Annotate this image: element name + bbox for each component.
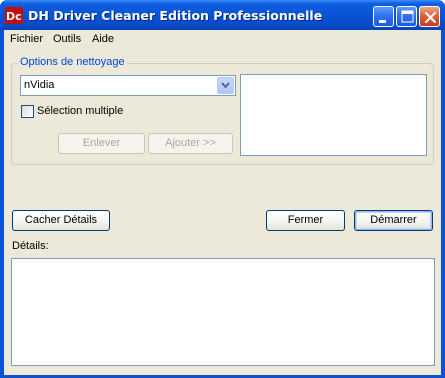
close-button[interactable]: Fermer	[266, 210, 345, 231]
title-bar[interactable]: Dc DH Driver Cleaner Edition Professionn…	[0, 0, 445, 30]
svg-text:Dc: Dc	[6, 10, 22, 23]
add-button[interactable]: Ajouter >>	[148, 133, 233, 154]
window-client-area: Fichier Outils Aide Options de nettoyage…	[4, 30, 441, 375]
app-window: Dc DH Driver Cleaner Edition Professionn…	[0, 0, 445, 378]
close-window-button[interactable]	[419, 6, 440, 27]
cleaning-options-legend: Options de nettoyage	[18, 56, 127, 68]
app-logo-icon: Dc	[5, 7, 23, 24]
driver-select[interactable]: nVidia	[20, 75, 236, 96]
window-title: DH Driver Cleaner Edition Professionnell…	[28, 8, 323, 23]
minimize-button[interactable]	[373, 6, 394, 27]
multi-select-checkbox[interactable]	[21, 105, 34, 118]
maximize-button[interactable]	[396, 6, 417, 27]
menu-fichier[interactable]: Fichier	[10, 33, 43, 45]
menu-aide[interactable]: Aide	[92, 33, 114, 45]
chevron-down-icon[interactable]	[217, 77, 234, 94]
hide-details-button[interactable]: Cacher Détails	[12, 210, 110, 231]
details-label: Détails:	[12, 240, 49, 252]
multi-select-label[interactable]: Sélection multiple	[37, 105, 123, 117]
driver-select-value: nVidia	[24, 79, 55, 91]
menu-bar: Fichier Outils Aide	[4, 30, 441, 49]
remove-button[interactable]: Enlever	[58, 133, 145, 154]
details-text-area[interactable]	[11, 258, 435, 366]
start-button[interactable]: Démarrer	[354, 210, 433, 231]
selected-drivers-list[interactable]	[240, 74, 427, 156]
menu-outils[interactable]: Outils	[53, 33, 81, 45]
